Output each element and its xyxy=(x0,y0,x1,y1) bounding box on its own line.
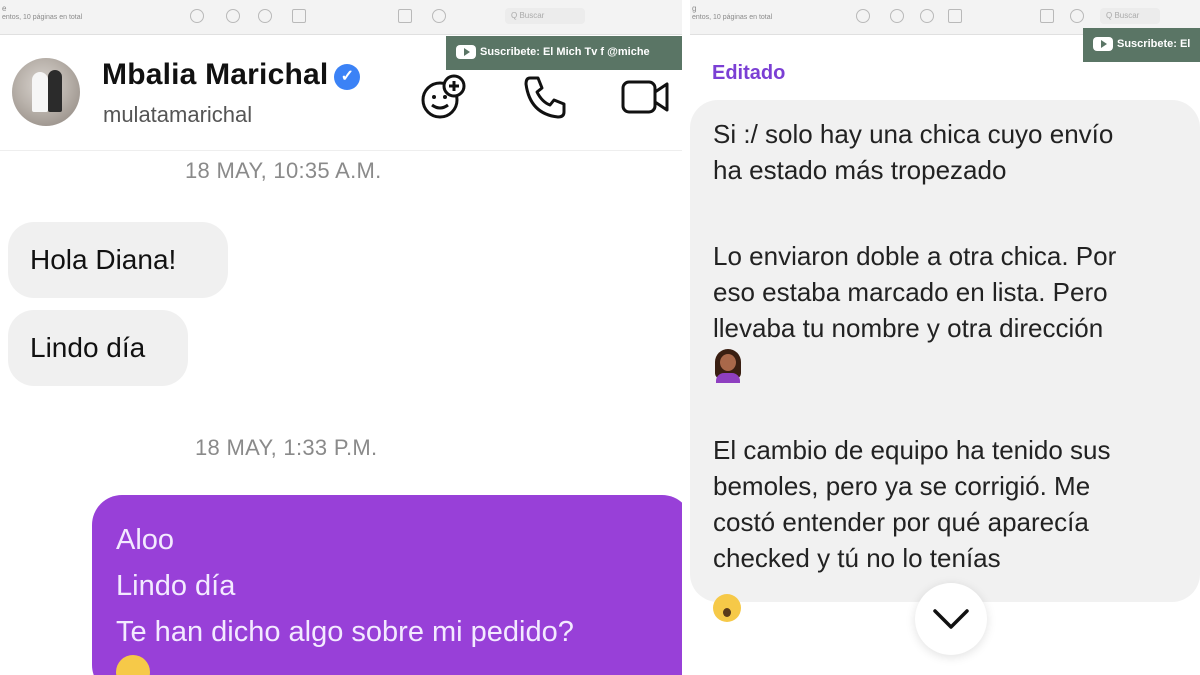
toolbar-search-field[interactable]: Q Buscar xyxy=(1100,8,1160,24)
message-paragraph: El cambio de equipo ha tenido sus bemole… xyxy=(713,432,1183,576)
toolbar-title: e xyxy=(2,4,7,13)
toolbar-title: g xyxy=(692,4,697,13)
grimacing-face-emoji-icon xyxy=(116,655,150,675)
share-icon[interactable] xyxy=(292,9,306,23)
message-line: Aloo xyxy=(116,524,175,556)
message-line: Lindo día xyxy=(116,570,236,602)
timestamp: 18 MAY, 1:33 P.M. xyxy=(195,435,378,460)
timestamp: 18 MAY, 10:35 A.M. xyxy=(185,158,382,183)
incoming-message[interactable]: Lindo día xyxy=(8,310,188,386)
share-icon[interactable] xyxy=(948,9,962,23)
subscribe-banner: Suscribete: El xyxy=(1083,28,1200,62)
left-chat-panel: e entos, 10 páginas en total Q Buscar Su… xyxy=(0,0,682,675)
zoom-in-icon[interactable] xyxy=(920,9,934,23)
message-line: El cambio de equipo ha tenido sus xyxy=(713,435,1111,465)
scroll-to-bottom-button[interactable] xyxy=(915,583,987,655)
message-line: Te han dicho algo sobre mi pedido? xyxy=(116,616,574,648)
message-line: eso estaba marcado en lista. Pero xyxy=(713,277,1108,307)
video-call-icon[interactable] xyxy=(620,72,670,122)
rotate-icon[interactable] xyxy=(398,9,412,23)
incoming-message[interactable]: Hola Diana! xyxy=(8,222,228,298)
zoom-out-icon[interactable] xyxy=(226,9,240,23)
avatar[interactable] xyxy=(12,58,80,126)
youtube-icon xyxy=(456,45,476,59)
message-line: Si :/ solo hay una chica cuyo envío xyxy=(713,119,1114,149)
verified-badge-icon: ✓ xyxy=(334,64,361,90)
zoom-out-icon[interactable] xyxy=(890,9,904,23)
message-paragraph: Lo enviaron doble a otra chica. Por eso … xyxy=(713,238,1183,384)
contact-name-text: Mbalia Marichal xyxy=(102,58,329,91)
outgoing-message[interactable]: Aloo Lindo día Te han dicho algo sobre m… xyxy=(92,495,682,675)
chevron-down-icon xyxy=(933,609,969,629)
markup-icon[interactable] xyxy=(432,9,446,23)
toolbar-search-field[interactable]: Q Buscar xyxy=(505,8,585,24)
markup-icon[interactable] xyxy=(1070,9,1084,23)
message-line: bemoles, pero ya se corrigió. Me xyxy=(713,471,1091,501)
banner-text: Suscribete: El xyxy=(1117,38,1191,50)
message-text: Lindo día xyxy=(30,332,146,363)
right-chat-panel: g entos, 10 páginas en total Q Buscar Su… xyxy=(690,0,1200,675)
info-icon[interactable] xyxy=(190,9,204,23)
subscribe-banner: Suscribete: El Mich Tv f @miche xyxy=(446,36,682,70)
sticker-add-icon[interactable] xyxy=(418,72,468,122)
message-line: checked y tú no lo tenías xyxy=(713,543,1001,573)
contact-username: mulatamarichal xyxy=(103,102,253,127)
info-icon[interactable] xyxy=(856,9,870,23)
message-line: Lo enviaron doble a otra chica. Por xyxy=(713,241,1117,271)
header-divider xyxy=(0,150,682,151)
banner-text: Suscribete: El Mich Tv f @miche xyxy=(480,46,650,58)
message-line: costó entender por qué aparecía xyxy=(713,507,1089,537)
zoom-in-icon[interactable] xyxy=(258,9,272,23)
panel-divider xyxy=(682,0,690,675)
message-text: Hola Diana! xyxy=(30,244,177,275)
edited-label: Editado xyxy=(712,62,786,84)
phone-call-icon[interactable] xyxy=(520,72,570,122)
contact-name[interactable]: Mbalia Marichal ✓ xyxy=(102,58,361,92)
toolbar-page-info: entos, 10 páginas en total xyxy=(692,14,773,21)
incoming-message[interactable]: Si :/ solo hay una chica cuyo envío ha e… xyxy=(690,100,1200,602)
pdf-toolbar: e entos, 10 páginas en total Q Buscar xyxy=(0,0,682,35)
youtube-icon xyxy=(1093,37,1113,51)
rotate-icon[interactable] xyxy=(1040,9,1054,23)
woman-shrugging-emoji-icon xyxy=(713,349,743,384)
message-line: ha estado más tropezado xyxy=(713,155,1007,185)
toolbar-page-info: entos, 10 páginas en total xyxy=(2,14,83,21)
message-line: llevaba tu nombre y otra dirección xyxy=(713,313,1104,343)
surprised-face-emoji-icon[interactable] xyxy=(713,594,741,622)
message-paragraph: Si :/ solo hay una chica cuyo envío ha e… xyxy=(713,116,1183,188)
